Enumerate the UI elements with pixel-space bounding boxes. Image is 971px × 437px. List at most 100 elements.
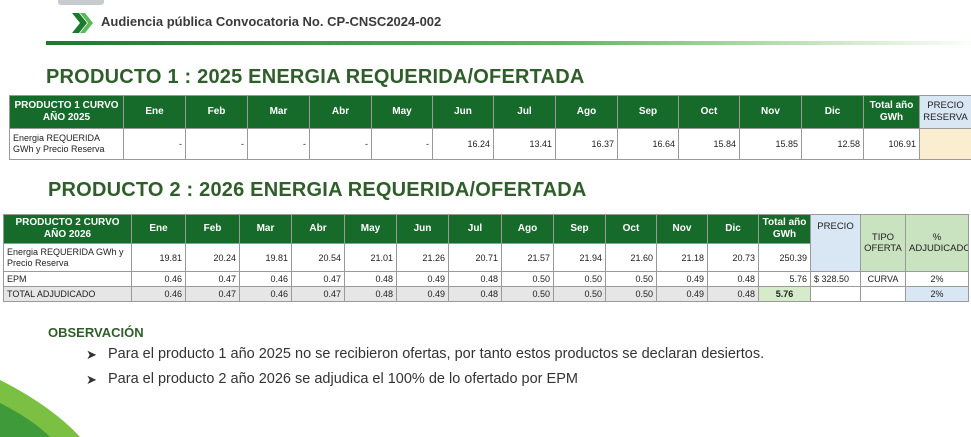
p2-value-cell: 0.48 [448,271,502,287]
p2-month-header: Ago [501,214,554,244]
p2-value-cell: 0.47 [291,271,345,287]
observation-text: Para el producto 1 año 2025 no se recibi… [108,346,765,362]
header-divider [46,41,971,45]
p2-value-cell: 20.73 [707,243,759,272]
p2-month-header: Dic [707,214,759,244]
logo-fragment [58,0,104,5]
observation-item: ➤ Para el producto 1 año 2025 no se reci… [86,344,846,365]
p1-price-header: PRECIO RESERVA [919,95,971,129]
p1-total-cell: 106.91 [863,128,920,160]
p1-value-cell: 16.24 [432,128,494,160]
p2-month-header: Jul [448,214,502,244]
chevron-arrow-icon [72,13,93,33]
p1-month-header: Nov [739,95,802,129]
p1-value-cell: 15.85 [739,128,802,160]
p1-month-header: Oct [678,95,740,129]
p2-value-cell: 0.48 [344,271,397,287]
p2-value-cell: 0.48 [707,271,759,287]
p2-price-cell: $ 328.50 [810,271,861,287]
p2-month-header: Nov [656,214,708,244]
p2-row-label: Energia REQUERIDA GWh y Precio Reserva [3,243,132,272]
p1-value-cell: 12.58 [801,128,864,160]
p2-value-cell: 20.71 [448,243,502,272]
p1-month-header: Ene [123,95,186,129]
p2-value-cell: 0.49 [396,271,449,287]
product2-title: PRODUCTO 2 : 2026 ENERGIA REQUERIDA/OFER… [48,179,587,201]
p2-pct-header: % ADJUDICADO [905,214,969,272]
p2-value-cell: 0.49 [656,286,708,302]
p2-price-header: PRECIO [810,214,861,272]
p2-row-label: EPM [3,271,132,287]
p2-value-cell: 21.26 [396,243,449,272]
p2-value-cell: 0.48 [707,286,759,302]
p2-value-cell: 0.50 [501,271,554,287]
product2-corner-header: PRODUCTO 2 CURVO AÑO 2026 [3,214,132,244]
observation-text: Para el producto 2 año 2026 se adjudica … [108,371,578,387]
p1-month-header: Ago [555,95,618,129]
p2-value-cell: 20.54 [291,243,345,272]
p2-month-header: May [344,214,397,244]
product1-title: PRODUCTO 1 : 2025 ENERGIA REQUERIDA/OFER… [46,66,585,88]
p2-month-header: Feb [185,214,240,244]
p2-tipo-cell: CURVA [860,271,906,287]
p2-value-cell: 21.01 [344,243,397,272]
p2-month-header: Sep [553,214,606,244]
p1-month-header: Abr [309,95,372,129]
p2-value-cell: 19.81 [239,243,292,272]
p1-value-cell: - [123,128,186,160]
p2-value-cell: 0.46 [131,271,186,287]
p2-value-cell: 21.57 [501,243,554,272]
p1-total-header: Total año GWh [863,95,920,129]
p2-value-cell: 0.50 [501,286,554,302]
p2-value-cell: 21.60 [605,243,657,272]
p2-value-cell: 0.47 [185,271,240,287]
p1-month-header: May [371,95,433,129]
p2-value-cell: 0.46 [131,286,186,302]
p2-value-cell: 20.24 [185,243,240,272]
p2-month-header: Mar [239,214,292,244]
observation-item: ➤ Para el producto 2 año 2026 se adjudic… [86,369,846,390]
p2-value-cell: 0.49 [656,271,708,287]
arrow-bullet-icon: ➤ [86,347,97,362]
p2-month-header: Abr [291,214,345,244]
p2-value-cell: 0.49 [396,286,449,302]
p2-value-cell: 0.47 [291,286,345,302]
p2-tipo-header: TIPO OFERTA [860,214,906,272]
p1-price-cell [919,128,971,160]
p2-total-cell: 250.39 [758,243,811,272]
p2-total-cell: 5.76 [758,271,811,287]
p2-value-cell: 19.81 [131,243,186,272]
p2-value-cell: 0.48 [448,286,502,302]
p1-value-cell: - [371,128,433,160]
p2-month-header: Oct [605,214,657,244]
p1-month-header: Feb [185,95,248,129]
p1-month-header: Jun [432,95,494,129]
p2-pct-cell: 2% [905,286,969,302]
p2-value-cell: 0.46 [239,286,292,302]
p1-row-label: Energia REQUERIDA GWh y Precio Reserva [9,128,124,160]
product2-table: PRODUCTO 2 CURVO AÑO 2026 Ene Feb Mar Ab… [3,214,969,302]
p2-value-cell: 0.50 [553,286,606,302]
p1-value-cell: - [185,128,248,160]
p2-month-header: Jun [396,214,449,244]
p2-value-cell: 0.50 [605,271,657,287]
product1-corner-header: PRODUCTO 1 CURVO AÑO 2025 [9,95,124,129]
arrow-bullet-icon: ➤ [86,372,97,387]
p2-value-cell: 21.94 [553,243,606,272]
p1-value-cell: - [247,128,310,160]
p1-month-header: Dic [801,95,864,129]
p2-value-cell: 0.48 [344,286,397,302]
p1-month-header: Mar [247,95,310,129]
p2-tipo-cell [860,286,906,302]
p2-price-cell [810,286,861,302]
p1-value-cell: 13.41 [493,128,556,160]
p1-value-cell: 16.37 [555,128,618,160]
p2-pct-cell: 2% [905,271,969,287]
p1-value-cell: - [309,128,372,160]
observation-list: ➤ Para el producto 1 año 2025 no se reci… [86,344,846,391]
p2-month-header: Ene [131,214,186,244]
p2-value-cell: 21.18 [656,243,708,272]
p2-value-cell: 0.46 [239,271,292,287]
p2-value-cell: 0.47 [185,286,240,302]
p1-month-header: Sep [617,95,679,129]
